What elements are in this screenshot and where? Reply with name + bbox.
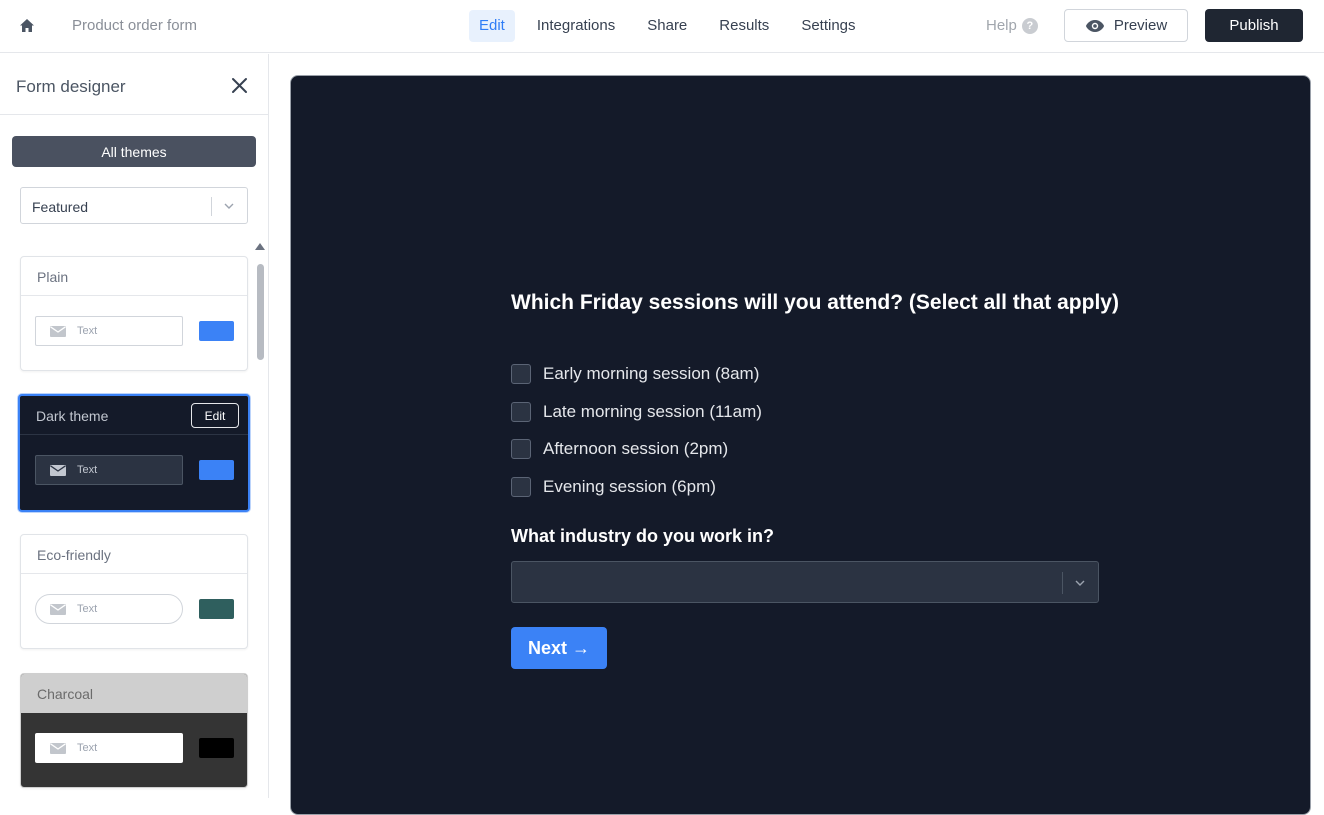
scrollbar-thumb[interactable] <box>257 264 264 360</box>
theme-name: Plain <box>37 269 69 285</box>
main-nav: Edit Integrations Share Results Settings <box>469 10 878 42</box>
checkbox-option[interactable]: Late morning session (11am) <box>511 402 762 422</box>
theme-button-swatch <box>199 599 234 619</box>
checkbox-option[interactable]: Evening session (6pm) <box>511 477 716 497</box>
theme-input-text: Text <box>77 603 98 615</box>
theme-input-sample: Text <box>35 455 183 485</box>
theme-input-text: Text <box>77 464 98 476</box>
theme-filter-select[interactable]: Featured <box>20 187 248 224</box>
theme-card-header: Plain <box>21 257 247 296</box>
question-sessions: Which Friday sessions will you attend? (… <box>511 291 1119 314</box>
checkbox[interactable] <box>511 477 531 497</box>
tab-share[interactable]: Share <box>637 10 697 42</box>
envelope-icon <box>50 743 66 754</box>
tab-results[interactable]: Results <box>709 10 779 42</box>
select-divider <box>211 197 212 216</box>
theme-card-charcoal[interactable]: Charcoal Text <box>20 673 248 788</box>
envelope-icon <box>50 604 66 615</box>
question-industry: What industry do you work in? <box>511 526 774 546</box>
help-label: Help <box>986 17 1017 34</box>
help-link[interactable]: Help ? <box>986 17 1038 34</box>
checkbox[interactable] <box>511 439 531 459</box>
preview-label: Preview <box>1113 17 1168 34</box>
tab-settings[interactable]: Settings <box>791 10 865 42</box>
all-themes-button[interactable]: All themes <box>12 136 256 167</box>
preview-button[interactable]: Preview <box>1064 9 1188 42</box>
checkbox-label: Late morning session (11am) <box>543 402 762 421</box>
select-divider <box>1062 572 1063 594</box>
theme-card-header: Charcoal <box>21 674 247 713</box>
chevron-down-icon <box>1075 580 1085 586</box>
edit-theme-button[interactable]: Edit <box>191 403 239 428</box>
theme-button-swatch <box>199 321 234 341</box>
form-preview-canvas: Which Friday sessions will you attend? (… <box>290 75 1311 815</box>
form-name[interactable]: Product order form <box>72 17 197 34</box>
theme-card-header: Eco-friendly <box>21 535 247 574</box>
checkbox[interactable] <box>511 402 531 422</box>
theme-card-header: Dark theme Edit <box>20 396 248 435</box>
eye-icon <box>1085 19 1104 32</box>
envelope-icon <box>50 465 66 476</box>
next-button[interactable]: Next → <box>511 627 607 669</box>
chevron-down-icon <box>224 203 234 209</box>
theme-name: Charcoal <box>37 686 94 702</box>
theme-input-text: Text <box>77 742 98 754</box>
theme-card-dark[interactable]: Dark theme Edit Text <box>18 394 250 512</box>
tab-edit[interactable]: Edit <box>469 10 515 42</box>
theme-input-sample: Text <box>35 594 183 624</box>
help-icon: ? <box>1021 17 1038 34</box>
panel-header: Form designer <box>0 54 268 115</box>
theme-button-swatch <box>199 460 234 480</box>
checkbox-option[interactable]: Afternoon session (2pm) <box>511 439 728 459</box>
theme-card-eco-friendly[interactable]: Eco-friendly Text <box>20 534 248 649</box>
theme-name: Eco-friendly <box>37 547 111 563</box>
theme-filter-value: Featured <box>32 199 89 215</box>
checkbox-label: Afternoon session (2pm) <box>543 439 729 458</box>
checkbox-option[interactable]: Early morning session (8am) <box>511 364 759 384</box>
industry-select[interactable] <box>511 561 1099 603</box>
theme-input-sample: Text <box>35 316 183 346</box>
tab-integrations[interactable]: Integrations <box>527 10 625 42</box>
theme-card-plain[interactable]: Plain Text <box>20 256 248 371</box>
checkbox-label: Evening session (6pm) <box>543 477 716 496</box>
form-designer-panel: Form designer All themes Featured Plain … <box>0 54 269 798</box>
top-bar: Product order form Edit Integrations Sha… <box>0 0 1324 53</box>
theme-button-swatch <box>199 738 234 758</box>
scroll-up-arrow[interactable] <box>255 243 265 250</box>
panel-title: Form designer <box>16 77 126 96</box>
theme-name: Dark theme <box>36 408 109 424</box>
close-icon[interactable] <box>231 77 248 94</box>
envelope-icon <box>50 326 66 337</box>
theme-input-text: Text <box>77 325 98 337</box>
checkbox[interactable] <box>511 364 531 384</box>
theme-input-sample: Text <box>35 733 183 763</box>
checkbox-label: Early morning session (8am) <box>543 364 760 383</box>
publish-button[interactable]: Publish <box>1205 9 1303 42</box>
home-icon[interactable] <box>18 17 36 35</box>
